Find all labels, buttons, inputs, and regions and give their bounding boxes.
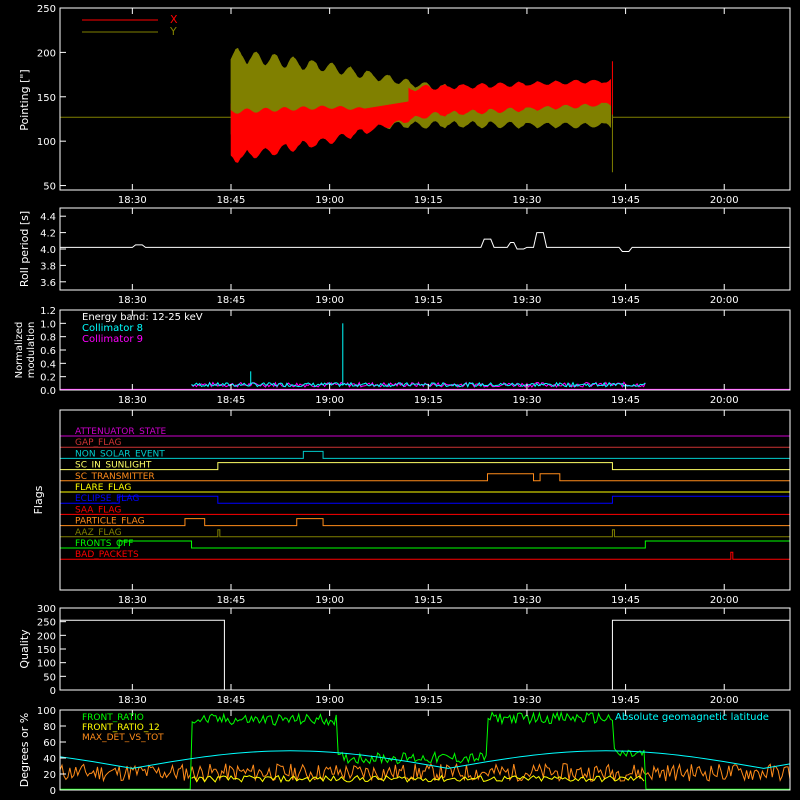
- y-tick-label: 0: [50, 686, 56, 697]
- x-tick-label: 18:45: [217, 395, 246, 406]
- x-tick-label: 19:45: [611, 395, 640, 406]
- x-tick-label: 18:30: [118, 395, 147, 406]
- front-legend-label: FRONT_RATIO: [82, 713, 144, 723]
- y-tick-label: 100: [37, 137, 56, 148]
- x-tick-label: 19:30: [513, 395, 542, 406]
- y-tick-label: 40: [43, 754, 56, 765]
- x-tick-label: 19:00: [315, 195, 344, 206]
- quality-ylabel: Quality: [18, 629, 31, 669]
- y-tick-label: 0.2: [40, 373, 56, 384]
- y-tick-label: 150: [37, 645, 56, 656]
- x-tick-label: 19:45: [611, 595, 640, 606]
- modulation-legend-label: Energy band: 12-25 keV: [82, 312, 203, 323]
- flags-ylabel: Flags: [32, 485, 45, 514]
- legend-label: Y: [169, 25, 177, 38]
- x-tick-label: 18:30: [118, 295, 147, 306]
- x-tick-label: 19:45: [611, 195, 640, 206]
- front-ylabel: Degrees or %: [18, 713, 31, 787]
- x-tick-label: 20:00: [710, 595, 739, 606]
- front-annotation: Absolute geomagnetic latitude: [615, 712, 769, 723]
- y-tick-label: 250: [37, 618, 56, 629]
- x-tick-label: 18:45: [217, 295, 246, 306]
- x-tick-label: 18:45: [217, 695, 246, 706]
- front-legend-label: FRONT_RATIO_12: [82, 723, 160, 733]
- y-tick-label: 100: [37, 706, 56, 717]
- modulation-legend-label: Collimator 9: [82, 334, 143, 345]
- x-tick-label: 20:00: [710, 695, 739, 706]
- y-tick-label: 20: [43, 770, 56, 781]
- x-tick-label: 19:00: [315, 595, 344, 606]
- y-tick-label: 50: [43, 182, 56, 193]
- y-tick-label: 0: [50, 786, 56, 797]
- x-tick-label: 19:15: [414, 695, 443, 706]
- y-tick-label: 60: [43, 738, 56, 749]
- x-tick-label: 19:00: [315, 395, 344, 406]
- y-tick-label: 0.0: [40, 386, 56, 397]
- x-tick-label: 19:30: [513, 595, 542, 606]
- y-tick-label: 0.8: [40, 333, 56, 344]
- x-tick-label: 19:15: [414, 295, 443, 306]
- x-tick-label: 18:30: [118, 195, 147, 206]
- y-tick-label: 4.4: [40, 212, 56, 223]
- y-tick-label: 80: [43, 722, 56, 733]
- x-tick-label: 19:00: [315, 295, 344, 306]
- x-tick-label: 19:15: [414, 395, 443, 406]
- modulation-ylabel-line2: modulation: [26, 322, 37, 379]
- x-tick-label: 19:30: [513, 295, 542, 306]
- y-tick-label: 50: [43, 672, 56, 683]
- x-tick-label: 20:00: [710, 295, 739, 306]
- y-tick-label: 300: [37, 604, 56, 615]
- y-tick-label: 4.0: [40, 245, 56, 256]
- y-tick-label: 1.2: [40, 306, 56, 317]
- roll-ylabel: Roll period [s]: [18, 211, 31, 287]
- y-tick-label: 3.8: [40, 261, 56, 272]
- x-tick-label: 19:00: [315, 695, 344, 706]
- x-tick-label: 19:30: [513, 695, 542, 706]
- front-legend-label: MAX_DET_VS_TOT: [82, 733, 164, 743]
- x-tick-label: 19:45: [611, 695, 640, 706]
- x-tick-label: 19:15: [414, 195, 443, 206]
- y-tick-label: 250: [37, 4, 56, 15]
- x-tick-label: 18:45: [217, 195, 246, 206]
- y-tick-label: 0.4: [40, 359, 56, 370]
- chart-canvas: 50100150200250 18:30 18:45 19:00 19:15 19:30…: [0, 0, 800, 800]
- y-tick-label: 1.0: [40, 319, 56, 330]
- y-tick-label: 150: [37, 93, 56, 104]
- y-tick-label: 100: [37, 659, 56, 670]
- y-tick-label: 200: [37, 631, 56, 642]
- y-tick-label: 3.6: [40, 278, 56, 289]
- pointing-ylabel: Pointing ["]: [18, 69, 31, 130]
- x-tick-label: 19:30: [513, 195, 542, 206]
- x-tick-label: 18:30: [118, 595, 147, 606]
- y-tick-label: 200: [37, 48, 56, 59]
- x-tick-label: 20:00: [710, 395, 739, 406]
- x-tick-label: 19:15: [414, 595, 443, 606]
- x-tick-label: 18:45: [217, 595, 246, 606]
- y-tick-label: 0.6: [40, 346, 56, 357]
- modulation-legend-label: Collimator 8: [82, 323, 143, 334]
- x-tick-label: 18:30: [118, 695, 147, 706]
- x-tick-label: 19:45: [611, 295, 640, 306]
- y-tick-label: 4.2: [40, 229, 56, 240]
- modulation-ylabel-line1: Normalized: [14, 322, 25, 379]
- x-tick-label: 20:00: [710, 195, 739, 206]
